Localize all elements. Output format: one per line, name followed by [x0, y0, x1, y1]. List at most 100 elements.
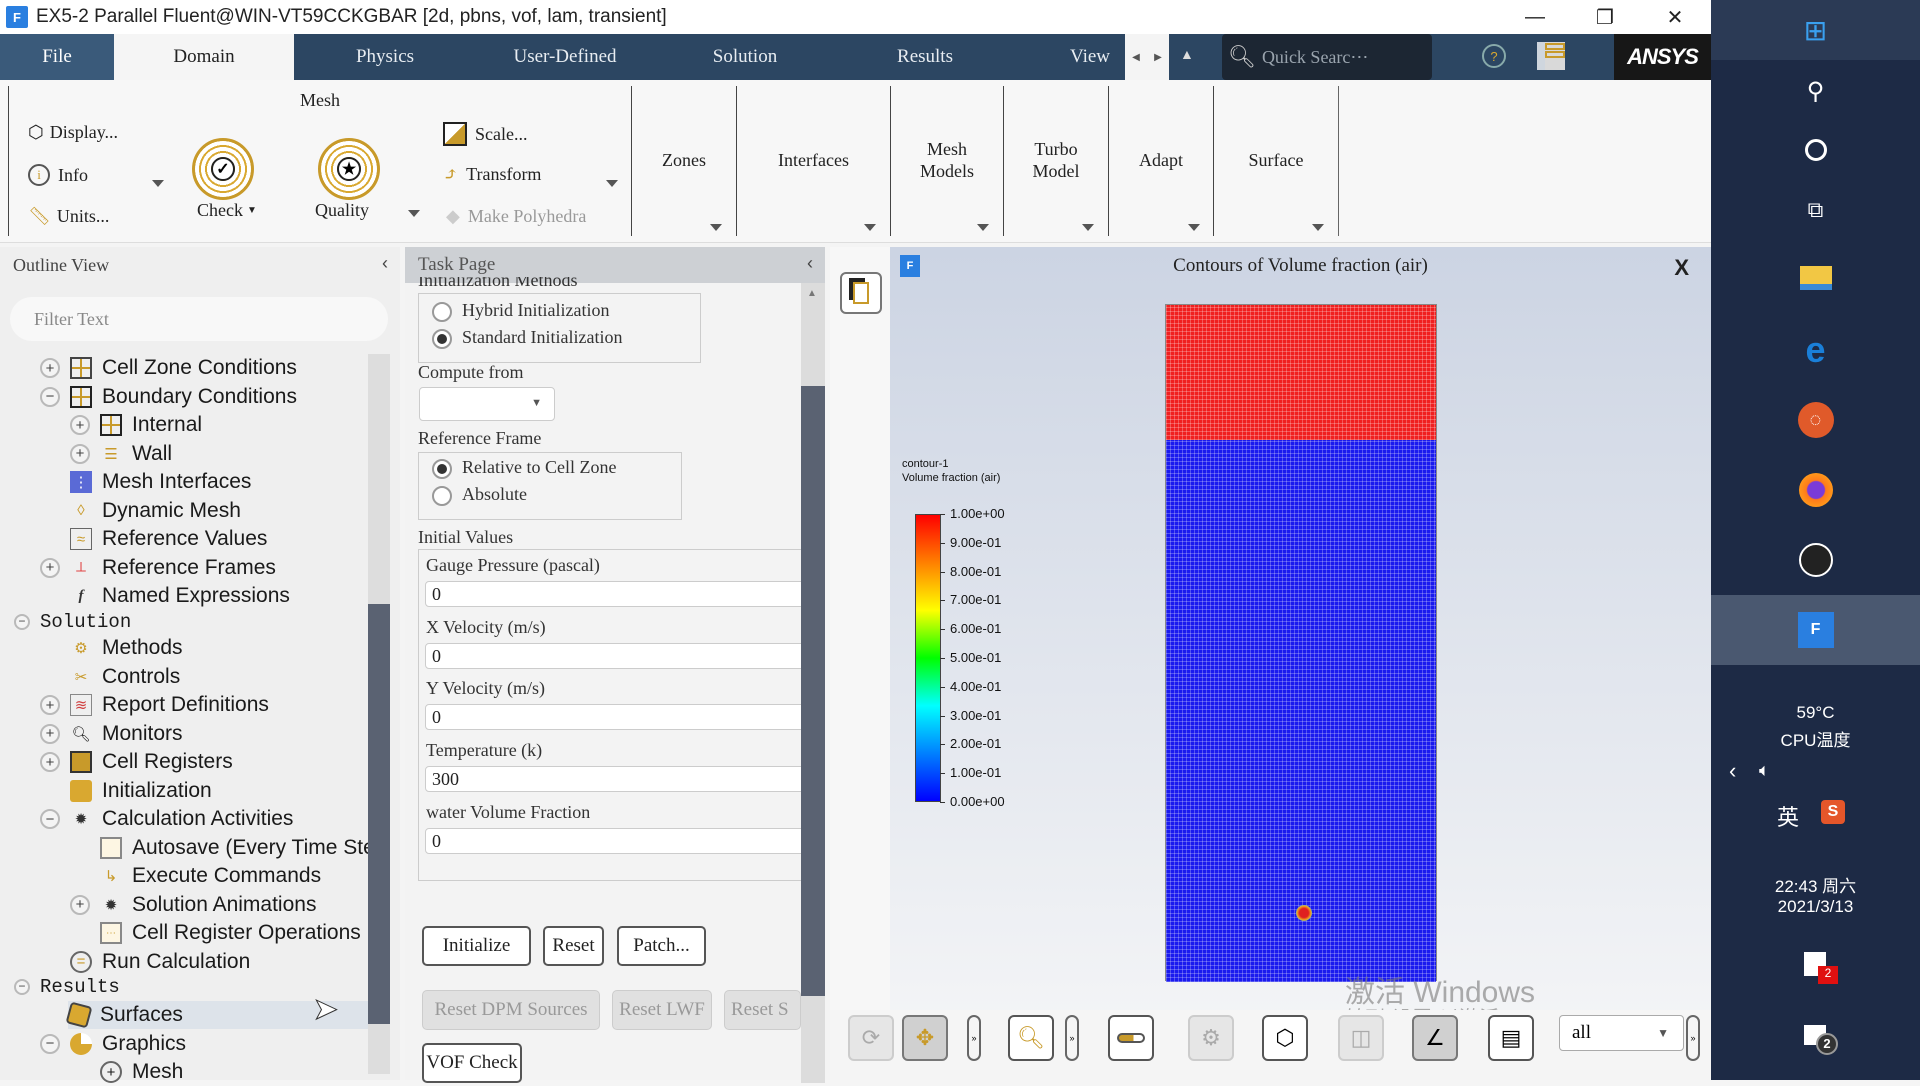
expand-icon[interactable]: + [40, 752, 60, 772]
adapt-dropdown-icon[interactable] [1188, 224, 1200, 231]
tab-domain[interactable]: Domain [114, 34, 294, 80]
restore-button[interactable]: ❐ [1570, 0, 1640, 34]
units-button[interactable]: 📏︎ Units... [28, 206, 109, 227]
quality-dropdown-icon[interactable] [408, 210, 420, 217]
tree-item-internal[interactable]: + Internal [70, 411, 202, 439]
quality-icon[interactable]: ★ [318, 138, 380, 200]
edge-button[interactable]: e [1711, 325, 1920, 375]
close-graphics-button[interactable]: X [1674, 255, 1689, 281]
expand-icon[interactable]: + [70, 894, 90, 915]
tab-view[interactable]: View [1070, 34, 1125, 80]
tree-item-mesh[interactable]: + Mesh [100, 1058, 183, 1086]
search-button[interactable]: ⚲ [1711, 66, 1920, 116]
tree-item-initialization[interactable]: Initialization [70, 777, 212, 805]
outline-scrollbar[interactable] [368, 354, 390, 1074]
start-button[interactable]: ⊞ [1711, 0, 1920, 60]
check-icon[interactable]: ✓ [192, 138, 254, 200]
scroll-thumb[interactable] [801, 386, 825, 996]
ime-indicator[interactable]: 英 [1777, 800, 1799, 832]
display-button[interactable]: ⬡ Display... [28, 122, 118, 143]
close-button[interactable]: ✕ [1640, 0, 1710, 34]
tree-item-methods[interactable]: ⚙ Methods [70, 634, 182, 662]
tree-item-cell-registers[interactable]: + Cell Registers [40, 748, 233, 776]
mesh-models-dropdown-icon[interactable] [977, 224, 989, 231]
collapse-taskpage-icon[interactable]: ‹ [807, 253, 813, 274]
filter-text-input[interactable]: Filter Text [10, 297, 388, 341]
interfaces-group[interactable]: Interfaces [737, 80, 890, 240]
turbo-model-group[interactable]: Turbo Model [1004, 80, 1108, 240]
turbo-model-dropdown-icon[interactable] [1082, 224, 1094, 231]
lights-button[interactable]: ⚙ [1188, 1015, 1234, 1061]
volume-icon[interactable]: 🔈︎ [1759, 760, 1770, 781]
collapse-icon[interactable]: − [40, 386, 60, 407]
scale-button[interactable]: Scale... [443, 122, 527, 146]
y-velocity-input[interactable]: 0 [425, 704, 805, 730]
tree-item-autosave[interactable]: Autosave (Every Time Ste [100, 834, 375, 862]
reset-lwf-button[interactable]: Reset LWF [612, 990, 712, 1030]
tree-item-report-definitions[interactable]: + ≋ Report Definitions [40, 691, 269, 719]
surface-group[interactable]: Surface [1214, 80, 1338, 240]
hybrid-init-radio[interactable]: Hybrid Initialization [432, 300, 609, 322]
task-view-button[interactable]: ⧉ [1711, 185, 1920, 235]
expand-icon[interactable]: + [40, 358, 60, 378]
make-polyhedra-button[interactable]: ◆ Make Polyhedra [446, 206, 586, 227]
more-view-button[interactable]: » [1686, 1015, 1700, 1061]
expand-icon[interactable]: + [70, 415, 90, 435]
tree-item-cell-zone-conditions[interactable]: + Cell Zone Conditions [40, 354, 297, 382]
sogou-ime-icon[interactable]: S [1821, 800, 1845, 824]
show-hidden-icons-button[interactable]: ‹ [1729, 758, 1736, 784]
tree-item-controls[interactable]: ✂ Controls [70, 663, 181, 691]
tree-item-named-expressions[interactable]: f Named Expressions [70, 582, 290, 610]
scroll-up-icon[interactable]: ▲ [807, 288, 817, 299]
reset-statistics-button[interactable]: Reset S [724, 990, 801, 1030]
reset-dpm-sources-button[interactable]: Reset DPM Sources [422, 990, 600, 1030]
taskpage-scrollbar[interactable]: ▲ [801, 283, 825, 1083]
tab-user-defined[interactable]: User-Defined [480, 34, 650, 80]
absolute-frame-radio[interactable]: Absolute [432, 484, 527, 506]
firefox-button[interactable] [1711, 465, 1920, 515]
info-button[interactable]: i Info [28, 164, 88, 186]
more-zoom-button[interactable]: » [1065, 1015, 1079, 1061]
tree-category-results[interactable]: − Results [14, 973, 120, 1001]
probe-button[interactable] [1108, 1015, 1154, 1061]
reset-button[interactable]: Reset [543, 926, 604, 966]
zones-group[interactable]: Zones [632, 80, 736, 240]
mesh-models-group[interactable]: Mesh Models [891, 80, 1003, 240]
collapse-icon[interactable]: − [40, 809, 60, 829]
water-volume-fraction-input[interactable]: 0 [425, 828, 805, 854]
tree-item-mesh-interfaces[interactable]: ⋮ Mesh Interfaces [70, 468, 251, 496]
expand-icon[interactable]: + [40, 695, 60, 715]
tab-results[interactable]: Results [850, 34, 1000, 80]
collapse-ribbon-icon[interactable]: ▲ [1180, 46, 1194, 62]
tree-category-solution[interactable]: − Solution [14, 608, 131, 636]
tab-file[interactable]: File [0, 34, 114, 80]
isometric-view-button[interactable]: ⬡ [1262, 1015, 1308, 1061]
initialize-button[interactable]: Initialize [422, 926, 531, 966]
tree-item-dynamic-mesh[interactable]: ◊ Dynamic Mesh [70, 497, 241, 525]
copy-window-button[interactable] [840, 272, 882, 314]
collapse-icon[interactable]: − [40, 1033, 60, 1054]
check-button[interactable]: Check ▼ [197, 200, 257, 221]
collapse-icon[interactable]: − [14, 979, 30, 995]
collapse-icon[interactable]: − [14, 614, 30, 630]
axes-button[interactable]: ∠ [1412, 1015, 1458, 1061]
tab-scroll-arrows[interactable]: ◀ ▶ [1125, 34, 1169, 80]
temperature-input[interactable]: 300 [425, 766, 805, 792]
adapt-group[interactable]: Adapt [1109, 80, 1213, 240]
panel-layout-icon[interactable] [1537, 42, 1565, 70]
tree-item-solution-animations[interactable]: + ✹ Solution Animations [70, 891, 316, 919]
minimize-button[interactable]: — [1500, 0, 1570, 34]
tree-item-run-calculation[interactable]: = Run Calculation [70, 948, 250, 976]
tree-item-wall[interactable]: + ☰ Wall [70, 440, 172, 468]
expand-icon[interactable]: + [40, 557, 60, 578]
expand-icon[interactable]: + [40, 723, 60, 744]
x-velocity-input[interactable]: 0 [425, 643, 805, 669]
quality-button[interactable]: Quality [315, 200, 369, 221]
pan-button[interactable]: ✥ [902, 1015, 948, 1061]
scroll-right-icon[interactable]: ▶ [1154, 52, 1162, 63]
tree-item-reference-frames[interactable]: + ⟂ Reference Frames [40, 554, 276, 582]
scroll-left-icon[interactable]: ◀ [1132, 52, 1140, 63]
clock-time[interactable]: 22:43 周六 [1711, 872, 1920, 896]
file-explorer-button[interactable] [1711, 253, 1920, 303]
tab-solution[interactable]: Solution [670, 34, 820, 80]
